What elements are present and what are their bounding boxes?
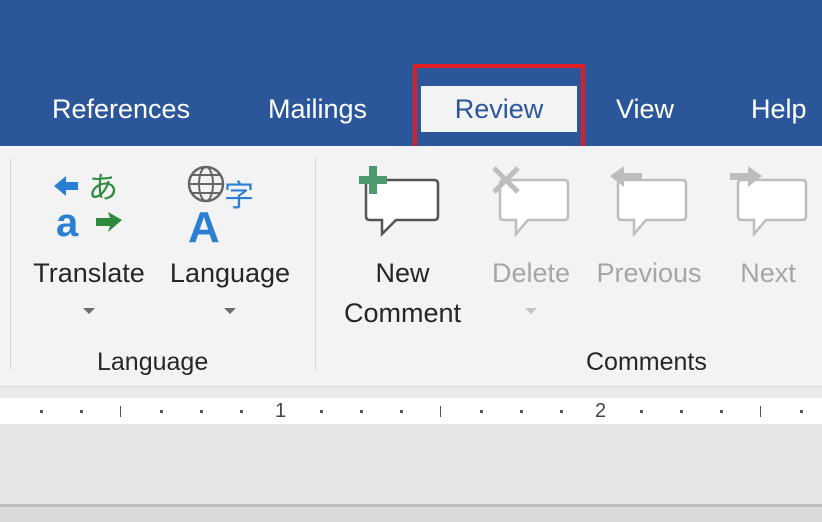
review-tab-highlight [413, 64, 585, 150]
ruler-dot [360, 410, 363, 413]
tab-references[interactable]: References [52, 86, 190, 132]
delete-comment-button[interactable]: Delete [482, 162, 580, 342]
ruler-dot [640, 410, 643, 413]
tab-view[interactable]: View [616, 86, 674, 132]
translate-icon: あ a [54, 171, 122, 244]
previous-comment-button[interactable]: Previous [588, 162, 710, 342]
ruler-dot [40, 410, 43, 413]
ruler-tick [760, 406, 761, 417]
ruler-dot [520, 410, 523, 413]
group-label-language: Language [97, 348, 209, 376]
new-comment-icon [359, 166, 440, 238]
delete-dropdown-arrow[interactable] [525, 308, 537, 314]
ruler-dot [720, 410, 723, 413]
previous-comment-icon [610, 166, 688, 238]
svg-text:A: A [188, 203, 220, 246]
ruler-number: 2 [595, 400, 607, 422]
ruler-dot [800, 410, 803, 413]
ruler-dot [480, 410, 483, 413]
ribbon-tab-bar: References Mailings Review View Help [0, 0, 822, 146]
language-dropdown-arrow[interactable] [224, 308, 236, 314]
ruler-dot [240, 410, 243, 413]
tab-mailings[interactable]: Mailings [268, 86, 367, 132]
svg-text:a: a [56, 201, 79, 244]
document-bottom-strip [0, 507, 822, 522]
language-icon: 字 A [187, 165, 254, 246]
ruler-dot [80, 410, 83, 413]
translate-dropdown-arrow[interactable] [83, 308, 95, 314]
ruler-dot [560, 410, 563, 413]
ruler-dot [400, 410, 403, 413]
translate-button[interactable]: あ a Translate [24, 162, 154, 332]
group-label-comments: Comments [586, 348, 707, 376]
new-comment-label-line1: New [375, 258, 430, 288]
tab-help[interactable]: Help [751, 86, 807, 132]
language-button[interactable]: 字 A Language [160, 162, 300, 332]
svg-text:字: 字 [224, 179, 254, 214]
ribbon-panel: あ a Translate 字 A Language Language New … [0, 146, 822, 387]
ruler-dot [200, 410, 203, 413]
ruler-tick [440, 406, 441, 417]
next-comment-button[interactable]: Next [718, 162, 818, 342]
ruler-dot [160, 410, 163, 413]
language-label: Language [169, 258, 291, 288]
delete-comment-icon [492, 166, 570, 238]
new-comment-button[interactable]: New Comment [330, 162, 475, 342]
next-comment-label: Next [740, 258, 796, 288]
svg-text:あ: あ [88, 171, 118, 206]
horizontal-ruler[interactable]: 1 2 [0, 398, 822, 424]
ruler-dot [680, 410, 683, 413]
next-comment-icon [730, 166, 808, 238]
translate-label: Translate [33, 258, 145, 288]
document-area[interactable] [0, 424, 822, 504]
group-separator [315, 158, 316, 370]
delete-comment-label: Delete [491, 258, 571, 288]
ruler-number: 1 [275, 400, 287, 422]
ruler-tick [120, 406, 121, 417]
ruler-dot [320, 410, 323, 413]
new-comment-label-line2: Comment [343, 298, 462, 328]
previous-comment-label: Previous [596, 258, 702, 288]
group-separator [10, 158, 11, 370]
